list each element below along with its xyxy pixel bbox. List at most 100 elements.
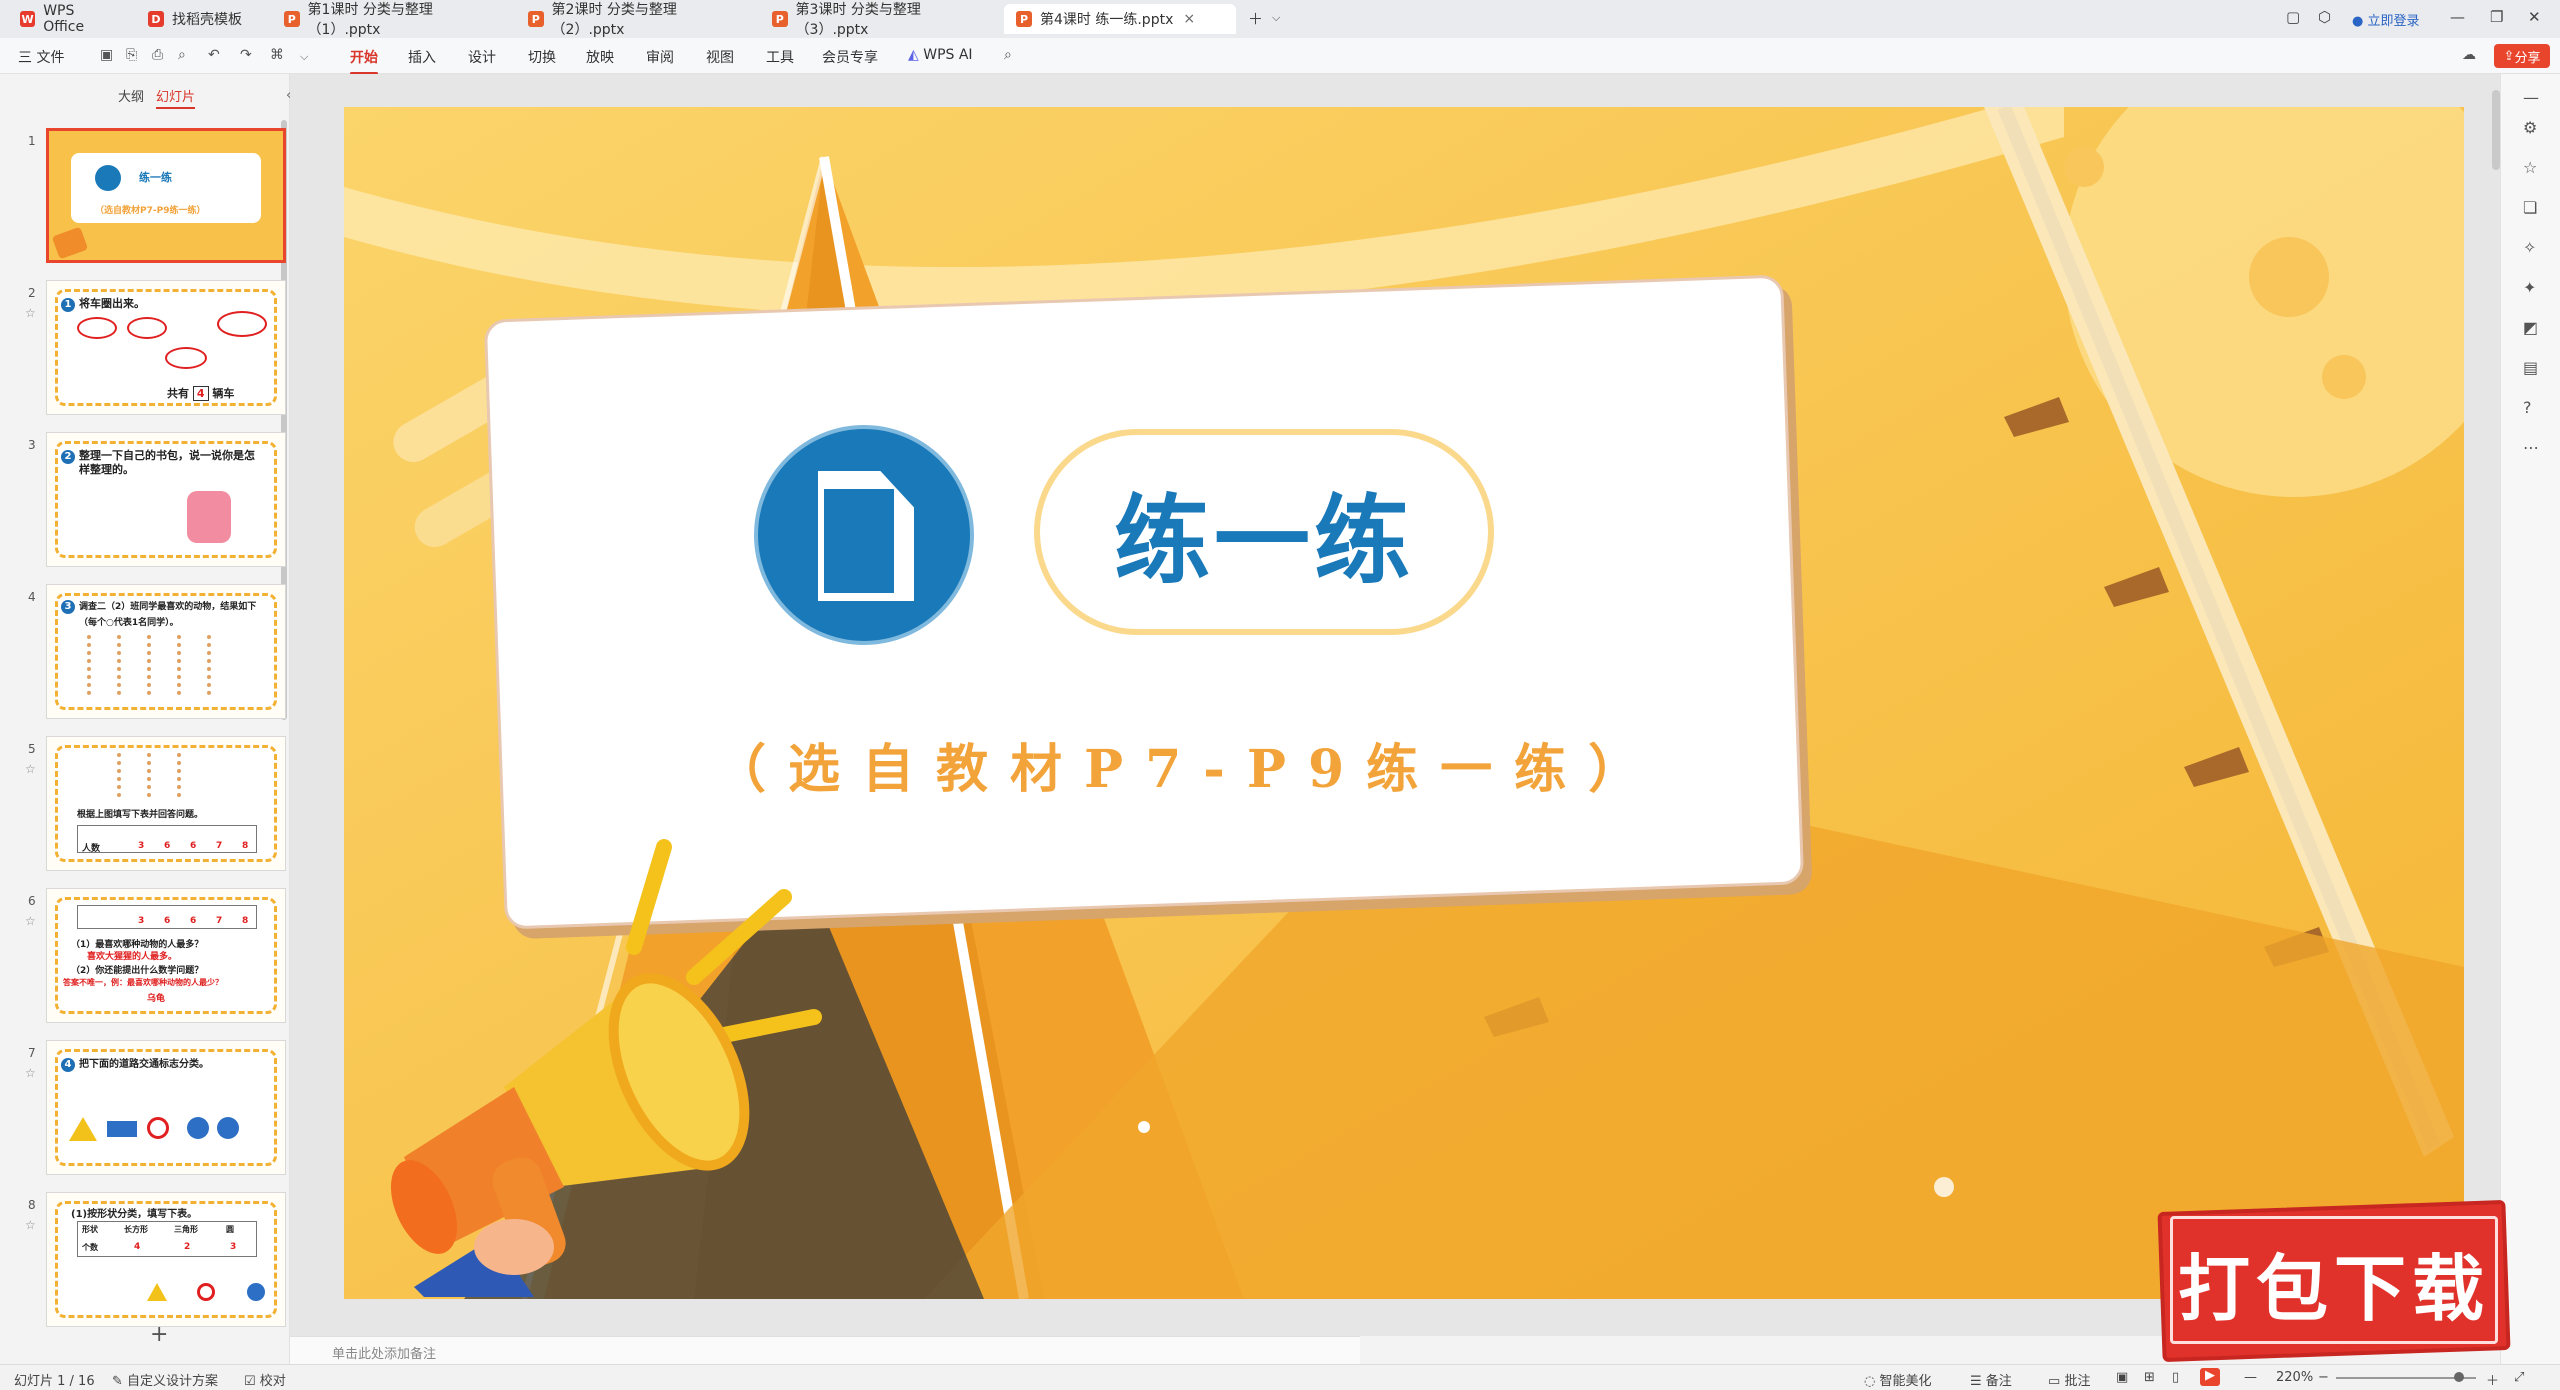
star-icon[interactable]: ☆ — [25, 762, 36, 776]
fit-window-icon[interactable]: ⤢ — [2514, 1370, 2524, 1385]
animation-icon[interactable]: ✦ — [2523, 278, 2536, 297]
slide-thumbnail-6[interactable]: 3 6 6 7 8 （1）最喜欢哪种动物的人最多？ 喜欢大猩猩的人最多。 （2）… — [46, 888, 286, 1023]
zoom-level[interactable]: 220% — [2276, 1370, 2313, 1385]
close-icon[interactable]: × — [1183, 11, 1195, 27]
slide-thumbnail-1[interactable]: 练一练 （选自教材P7-P9练一练） — [46, 128, 286, 263]
restore-icon[interactable]: ❐ — [2490, 8, 2503, 26]
slide-thumbnail-3[interactable]: 2 整理一下自己的书包，说一说你是怎 样整理的。 — [46, 432, 286, 567]
star-icon[interactable]: ☆ — [25, 1066, 36, 1080]
slide-number: 7 — [28, 1046, 36, 1060]
tab-insert[interactable]: 插入 — [408, 47, 436, 67]
zoom-out-icon[interactable]: — — [2244, 1370, 2257, 1385]
tab-tools[interactable]: 工具 — [766, 47, 794, 67]
proofread-button[interactable]: ☑ 校对 — [244, 1370, 286, 1389]
file-menu-button[interactable]: 三 文件 — [18, 47, 64, 67]
undo-icon[interactable]: ↶ — [208, 47, 220, 63]
slide-thumbnail-4[interactable]: 3 调查二（2）班同学最喜欢的动物，结果如下 （每个○代表1名同学）。 — [46, 584, 286, 719]
star-icon[interactable]: ☆ — [25, 306, 36, 320]
badge-text: 打包下载 — [2177, 1246, 2490, 1331]
tab-design[interactable]: 设计 — [468, 47, 496, 67]
magic-icon[interactable]: ✧ — [2523, 238, 2536, 257]
chevron-down-icon[interactable]: ⌵ — [300, 50, 308, 64]
sorter-view-icon[interactable]: ⊞ — [2144, 1370, 2155, 1385]
reading-view-icon[interactable]: ▯ — [2172, 1370, 2179, 1385]
star-icon[interactable]: ☆ — [25, 914, 36, 928]
chevron-down-icon[interactable]: ⌵ — [1272, 11, 1280, 25]
save-icon[interactable]: ▣ — [100, 47, 113, 63]
normal-view-icon[interactable]: ▣ — [2116, 1370, 2128, 1385]
slide-canvas[interactable]: 练一练 （选自教材P7-P9练一练） — [344, 107, 2464, 1299]
slide-thumbnail-5[interactable]: 根据上图填写下表并回答问题。 人数 3 6 6 7 8 — [46, 736, 286, 871]
thumb-title: 把下面的道路交通标志分类。 — [79, 1059, 209, 1070]
thumb-title: (1)按形状分类，填写下表。 — [71, 1209, 198, 1220]
print-icon[interactable]: ⎙ — [152, 47, 163, 63]
tab-label: 第3课时 分类与整理（3）.pptx — [795, 2, 921, 38]
add-slide-button[interactable]: + — [150, 1322, 168, 1347]
document-icon — [754, 425, 974, 645]
search-icon[interactable]: ⌕ — [1004, 47, 1012, 63]
zoom-slider[interactable] — [2336, 1372, 2476, 1382]
tab-view[interactable]: 视图 — [706, 47, 734, 67]
close-window-icon[interactable]: ✕ — [2528, 8, 2541, 26]
copy-icon[interactable]: ❏ — [2523, 198, 2537, 217]
zoom-out-button[interactable]: − — [2318, 1370, 2329, 1385]
tally-column — [207, 635, 211, 695]
slide-subtitle[interactable]: （选自教材P7-P9练一练） — [714, 727, 1640, 802]
wps-ai-icon: ◭ — [908, 47, 919, 63]
design-scheme-button[interactable]: ✎ 自定义设计方案 — [112, 1370, 218, 1389]
tab-lesson-4[interactable]: P 第4课时 练一练.pptx × — [1004, 4, 1236, 34]
tab-wps-ai[interactable]: ◭ WPS AI — [908, 47, 973, 63]
star-icon[interactable]: ☆ — [2523, 158, 2537, 177]
cube-icon[interactable]: ⬡ — [2318, 8, 2331, 26]
canvas-scrollbar[interactable] — [2492, 90, 2500, 170]
tab-member[interactable]: 会员专享 — [822, 47, 878, 67]
redo-icon[interactable]: ↷ — [240, 47, 252, 63]
docer-icon: D — [148, 11, 164, 27]
tab-label: 第4课时 练一练.pptx — [1040, 12, 1174, 28]
notes-pane[interactable]: 单击此处添加备注 — [290, 1336, 1360, 1364]
tab-slideshow[interactable]: 放映 — [586, 47, 614, 67]
book-icon[interactable]: ▤ — [2523, 358, 2538, 377]
megaphone-icon — [390, 839, 822, 1297]
more-icon[interactable]: ⋯ — [2523, 438, 2539, 457]
slide-title[interactable]: 练一练 — [1114, 463, 1414, 602]
format-painter-icon[interactable]: ⌘ — [270, 47, 284, 63]
tab-transitions[interactable]: 切换 — [528, 47, 556, 67]
tally-column — [87, 635, 91, 695]
tab-lesson-2[interactable]: P 第2课时 分类与整理（2）.pptx — [516, 2, 756, 38]
new-tab-icon[interactable]: ＋ — [1248, 8, 1263, 29]
window-layout-icon[interactable]: ▢ — [2286, 8, 2300, 26]
login-link[interactable]: ● 立即登录 — [2352, 10, 2420, 29]
shape-icon[interactable]: ◩ — [2523, 318, 2538, 337]
print-preview-icon[interactable]: ⌕ — [178, 47, 186, 63]
tab-outline[interactable]: 大纲 — [118, 86, 144, 105]
tab-wps-office[interactable]: W WPS Office — [8, 3, 128, 35]
minimize-pane-icon[interactable]: — — [2523, 88, 2539, 107]
play-slideshow-icon[interactable]: ▶ — [2200, 1368, 2220, 1386]
slide-thumbnail-2[interactable]: 1 将车圈出来。 共有 4 辆车 — [46, 280, 286, 415]
help-icon[interactable]: ? — [2523, 398, 2532, 417]
tab-review[interactable]: 审阅 — [646, 47, 674, 67]
star-icon[interactable]: ☆ — [25, 1218, 36, 1232]
tab-slides[interactable]: 幻灯片 — [156, 86, 196, 109]
minimize-icon[interactable]: — — [2450, 8, 2465, 26]
tab-lesson-1[interactable]: P 第1课时 分类与整理（1）.pptx — [272, 2, 512, 38]
data-table: 形状 长方形 三角形 圆 个数 4 2 3 — [77, 1221, 257, 1257]
zoom-in-button[interactable]: ＋ — [2486, 1370, 2499, 1389]
tab-home[interactable]: 开始 — [350, 47, 378, 75]
notes-toggle-button[interactable]: ☰ 备注 — [1970, 1370, 2012, 1389]
slide-thumbnail-8[interactable]: (1)按形状分类，填写下表。 形状 长方形 三角形 圆 个数 4 2 3 — [46, 1192, 286, 1327]
tab-docer[interactable]: D 找稻壳模板 — [136, 4, 266, 34]
download-badge[interactable]: 打包下载 — [2157, 1199, 2511, 1363]
arrow-sign-icon — [217, 1117, 239, 1139]
tab-lesson-3[interactable]: P 第3课时 分类与整理（3）.pptx — [760, 2, 1000, 38]
properties-icon[interactable]: ⚙ — [2523, 118, 2537, 137]
export-pdf-icon[interactable]: ⎘ — [126, 47, 137, 63]
warning-sign-icon — [69, 1117, 97, 1141]
cloud-sync-icon[interactable]: ☁ — [2462, 47, 2476, 63]
slide-thumbnail-7[interactable]: 4 把下面的道路交通标志分类。 — [46, 1040, 286, 1175]
smart-beautify-button[interactable]: ◌ 智能美化 — [1864, 1370, 1932, 1389]
zoom-slider-handle[interactable] — [2454, 1372, 2464, 1382]
comments-button[interactable]: ▭ 批注 — [2048, 1370, 2090, 1389]
share-button[interactable]: ⇪ 分享 — [2494, 44, 2550, 68]
